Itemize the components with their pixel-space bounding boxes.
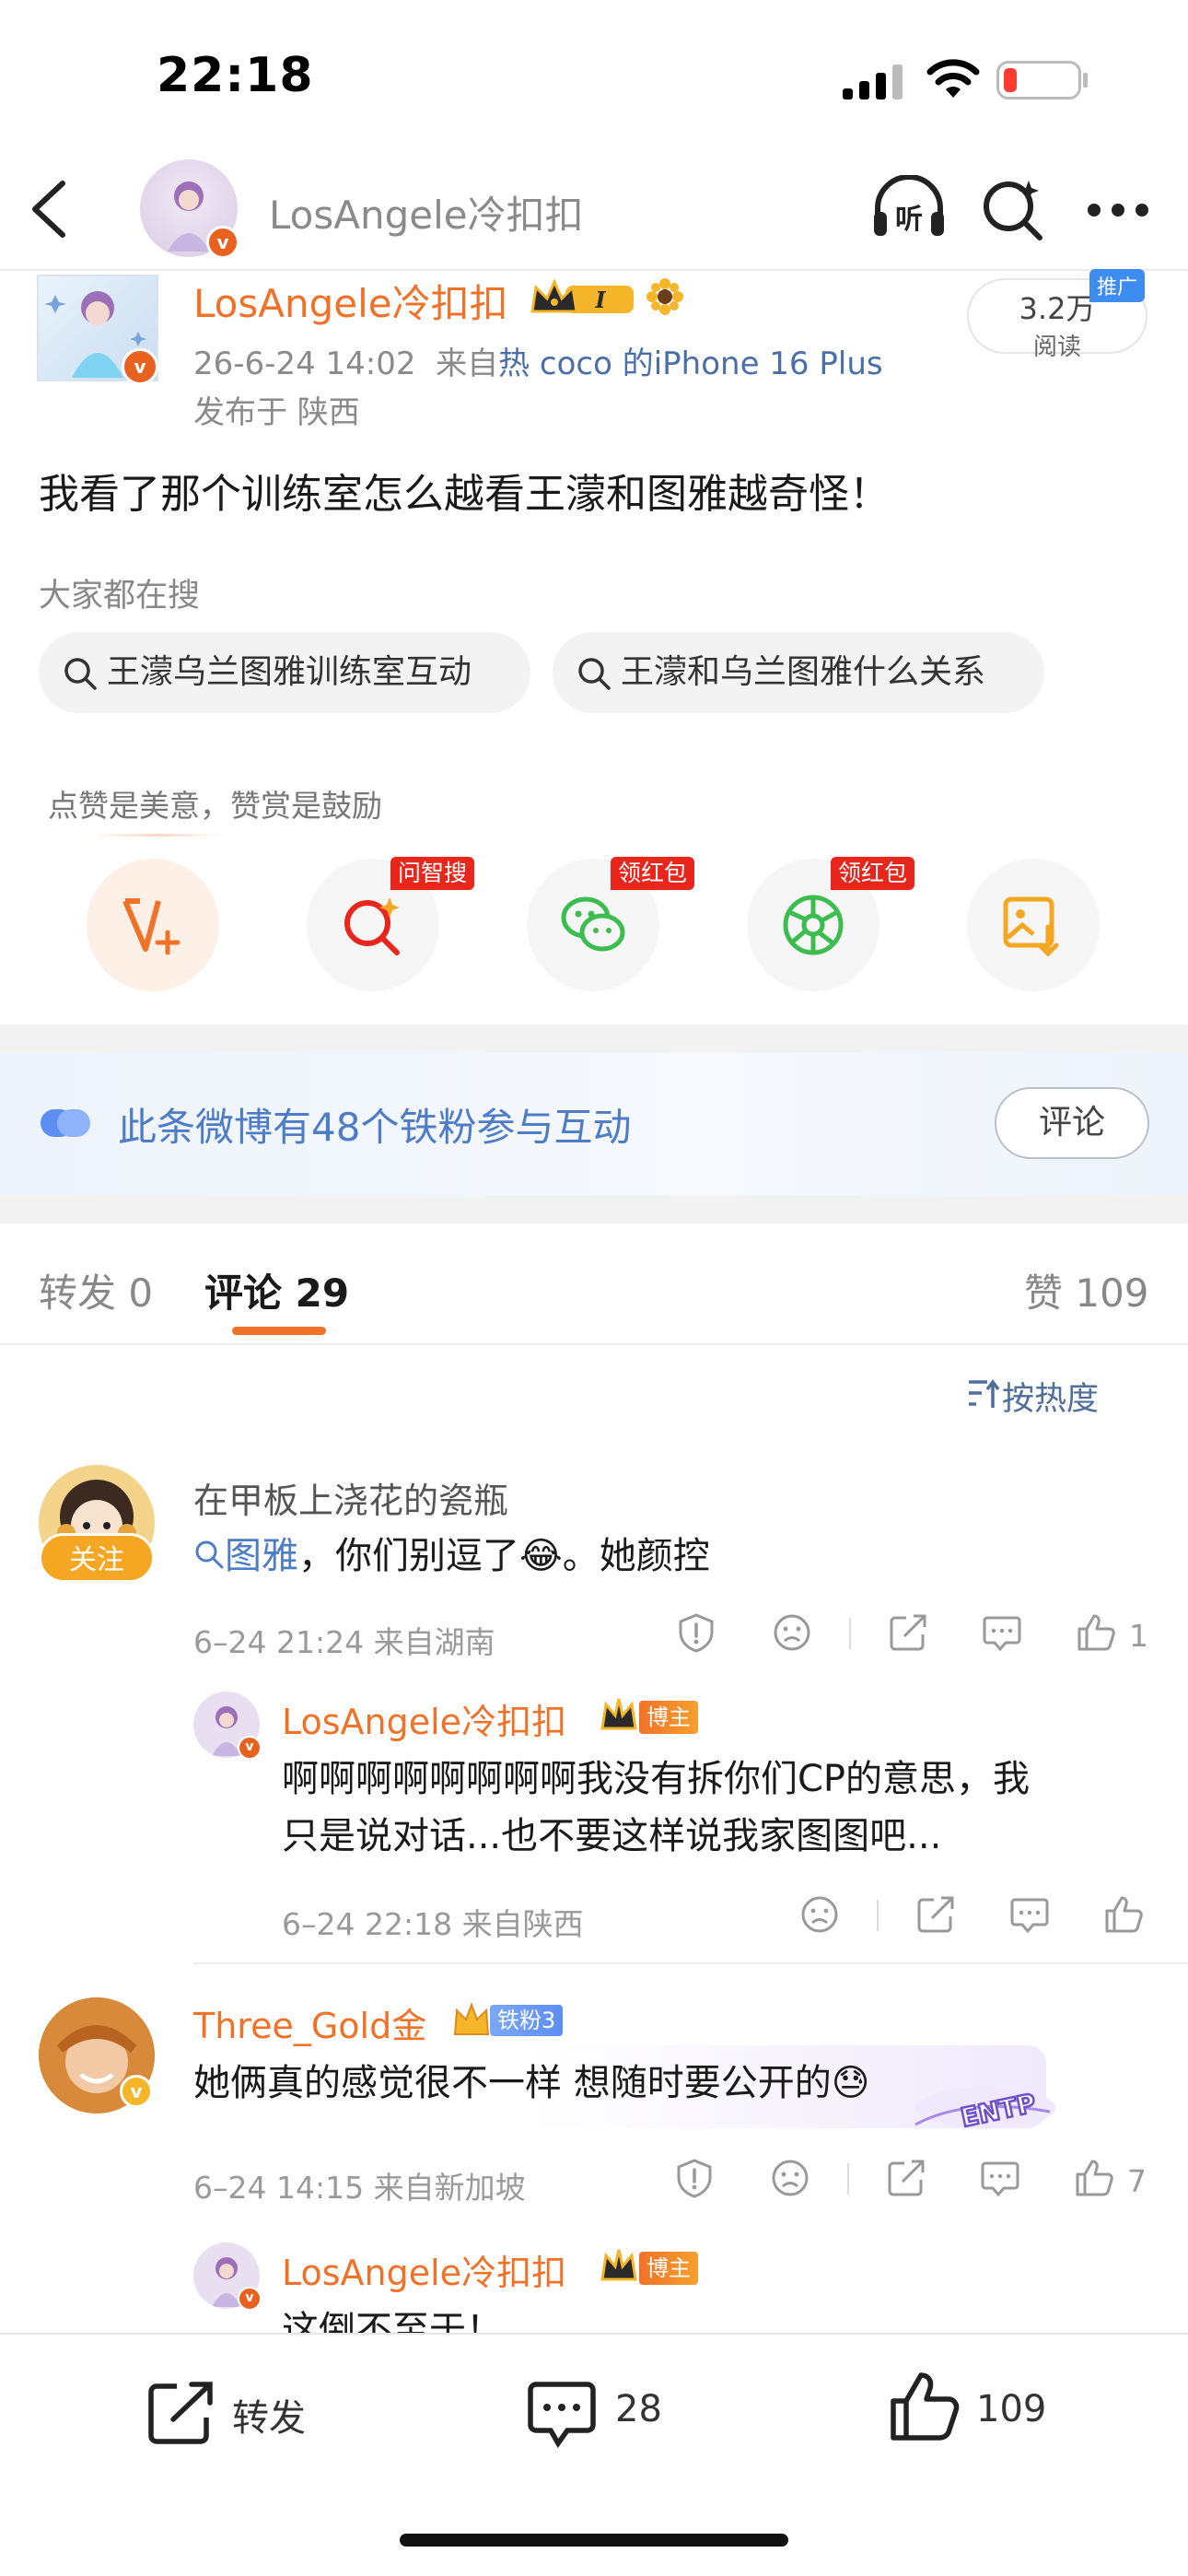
reply-author-name[interactable]: LosAngele冷扣扣 [282, 2244, 566, 2295]
search-icon [578, 658, 611, 690]
tab-comments[interactable]: 评论 29 [204, 1262, 349, 1318]
post-author-name[interactable]: LosAngele冷扣扣 [193, 273, 508, 329]
repost-button[interactable]: 转发 [146, 2375, 367, 2449]
reply-author-name[interactable]: LosAngele冷扣扣 [282, 1693, 566, 1744]
wechat-icon [561, 896, 625, 952]
verified-badge-icon: v [238, 2287, 262, 2311]
member-crown-icon [600, 1698, 637, 1730]
like-icon[interactable] [1103, 1894, 1144, 1935]
save-image-icon [1003, 896, 1059, 957]
reward-title: 点赞是美意，赞赏是鼓励 [48, 788, 382, 824]
promote-tag[interactable]: 推广 [1089, 269, 1146, 302]
more-icon[interactable] [1087, 203, 1149, 217]
ask-smart-search-tag: 问智搜 [390, 857, 475, 890]
fans-banner-text: 此条微博有48个铁粉参与互动 [118, 1105, 632, 1150]
comment-text: 图雅，你们别逗了😂。她颜控 [193, 1528, 710, 1585]
nav-title: LosAngele冷扣扣 [269, 193, 584, 238]
member-crown-icon [600, 2249, 637, 2281]
like-thumb-icon [891, 2372, 960, 2441]
home-indicator[interactable] [400, 2534, 788, 2547]
smart-search-icon [344, 897, 400, 955]
moments-icon [783, 895, 844, 955]
tab-likes[interactable]: 赞 109 [1024, 1262, 1149, 1318]
verified-badge-icon: v [238, 1736, 262, 1760]
wifi-icon [926, 59, 980, 98]
like-icon[interactable] [1076, 1612, 1116, 1653]
hot-search-chip[interactable]: 王濛和乌兰图雅什么关系 [553, 632, 1044, 713]
comment-meta: 6–24 14:15 来自新加坡 [193, 2170, 526, 2206]
reply-icon[interactable] [980, 2158, 1020, 2198]
post-meta: 26-6-24 14:02 来自热 coco 的iPhone 16 Plus [193, 345, 883, 382]
share-icon[interactable] [886, 2158, 926, 2198]
reply-icon[interactable] [1009, 1894, 1050, 1935]
reply-meta: 6–24 22:18 来自陕西 [282, 1906, 584, 1942]
entp-sticker-icon: ENTP [914, 2087, 1055, 2134]
comment-button[interactable]: 评论 [995, 1087, 1149, 1159]
comment-bubble-icon [528, 2382, 596, 2449]
like-count: 1 [1129, 1618, 1148, 1654]
sort-icon [969, 1379, 1000, 1408]
save-image-button[interactable] [967, 859, 1100, 991]
tab-repost[interactable]: 转发 0 [39, 1262, 153, 1318]
member-crown-badge-icon: I [530, 278, 634, 313]
share-icon[interactable] [888, 1612, 928, 1653]
crown-badge-icon [453, 2002, 490, 2035]
comment-meta: 6–24 21:24 来自湖南 [193, 1624, 495, 1660]
red-packet-tag: 领红包 [831, 857, 915, 890]
back-arrow-icon[interactable] [28, 180, 68, 239]
reply-icon[interactable] [982, 1612, 1022, 1653]
svg-text:听: 听 [895, 204, 923, 236]
hot-search-title: 大家都在搜 [39, 578, 201, 615]
post-text: 我看了那个训练室怎么越看王濛和图雅越奇怪！ [39, 471, 890, 518]
sunflower-icon [646, 278, 683, 315]
reward-v-plus-icon [122, 898, 181, 955]
reward-button[interactable] [87, 859, 219, 991]
report-icon[interactable] [676, 1612, 716, 1653]
search-icon [64, 658, 97, 690]
red-packet-tag: 领红包 [611, 857, 695, 890]
dislike-face-icon[interactable] [770, 2158, 810, 2198]
hot-search-chip[interactable]: 王濛乌兰图雅训练室互动 [39, 632, 530, 713]
sweat-emoji: 😓 [831, 2062, 870, 2104]
laughing-emoji: 😂 [519, 1535, 563, 1577]
verified-badge-icon: v [120, 2075, 153, 2108]
follow-button[interactable]: 关注 [39, 1533, 155, 1583]
verified-badge-icon: v [122, 348, 158, 385]
comment-text: 她俩真的感觉很不一样 想随时要公开的😓 [193, 2062, 870, 2104]
topic-link[interactable]: 图雅 [225, 1535, 298, 1577]
level-badge-text: I [594, 287, 606, 313]
like-icon[interactable] [1074, 2158, 1114, 2198]
listen-headphones-icon[interactable]: 听 [870, 175, 948, 240]
commenter-name[interactable]: 在甲板上浇花的瓷瓶 [193, 1472, 508, 1523]
post-location: 发布于 陕西 [193, 394, 360, 431]
tab-active-indicator [232, 1327, 326, 1335]
fan-level-badge: 铁粉3 [490, 2005, 564, 2036]
reply-text: 啊啊啊啊啊啊啊啊我没有拆你们CP的意思，我 只是说对话...也不要这样说我家图图… [282, 1758, 1031, 1857]
sort-by-hot[interactable]: 按热度 [969, 1373, 1099, 1420]
like-count: 7 [1127, 2163, 1147, 2199]
post-source[interactable]: 热 coco 的iPhone 16 Plus [498, 345, 882, 382]
status-time: 22:18 [157, 48, 314, 103]
smart-search-icon[interactable] [981, 177, 1045, 241]
host-badge: 博主 [639, 1701, 698, 1734]
report-icon[interactable] [674, 2158, 715, 2198]
share-icon[interactable] [915, 1894, 956, 1935]
like-button[interactable]: 109 [888, 2370, 1090, 2447]
battery-icon [996, 61, 1081, 100]
dislike-face-icon[interactable] [799, 1894, 840, 1935]
comments-button[interactable]: 28 [527, 2375, 711, 2449]
post-date: 26-6-24 14:02 [193, 345, 416, 382]
host-badge: 博主 [639, 2252, 698, 2285]
cellular-signal-icon [843, 64, 903, 100]
repost-icon [148, 2382, 213, 2444]
dislike-face-icon[interactable] [772, 1612, 812, 1653]
topic-search-icon [195, 1540, 224, 1569]
commenter-name[interactable]: Three_Gold金 [193, 1997, 426, 2048]
fans-tag-icon [41, 1109, 90, 1137]
verified-badge-icon: v [206, 226, 239, 259]
